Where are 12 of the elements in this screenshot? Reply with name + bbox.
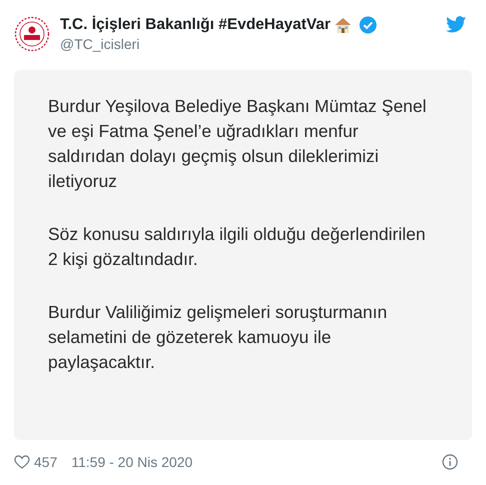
account-name[interactable]: T.C. İçişleri Bakanlığı #EvdeHayatVar [60,16,331,34]
house-icon [334,16,352,34]
info-icon[interactable] [442,454,458,470]
image-paragraph: Burdur Valiliğimiz gelişmeleri soruşturmanın selametini de gözeterek kamuoyu ile paylaşacaktır. [48,301,388,374]
seal-logo-icon [14,16,50,52]
tweet-timestamp[interactable]: 11:59 - 20 Nis 2020 [71,454,193,470]
image-paragraph: Burdur Yeşilova Belediye Başkanı Mümtaz Şenel ve eşi Fatma Şenel’e uğradıkları menfur saldırıdan dolayı geçmiş olsun dileklerimizi iletiyoruz [48,95,428,193]
bird-logo-icon[interactable] [446,16,466,33]
image-paragraph: Söz konusu saldırıyla ilgili olduğu değerlendirilen 2 kişi gözaltındadır. [48,223,426,271]
account-handle[interactable]: @TC_icisleri [60,36,436,52]
heart-icon[interactable] [14,455,30,469]
like-count: 457 [34,454,58,470]
